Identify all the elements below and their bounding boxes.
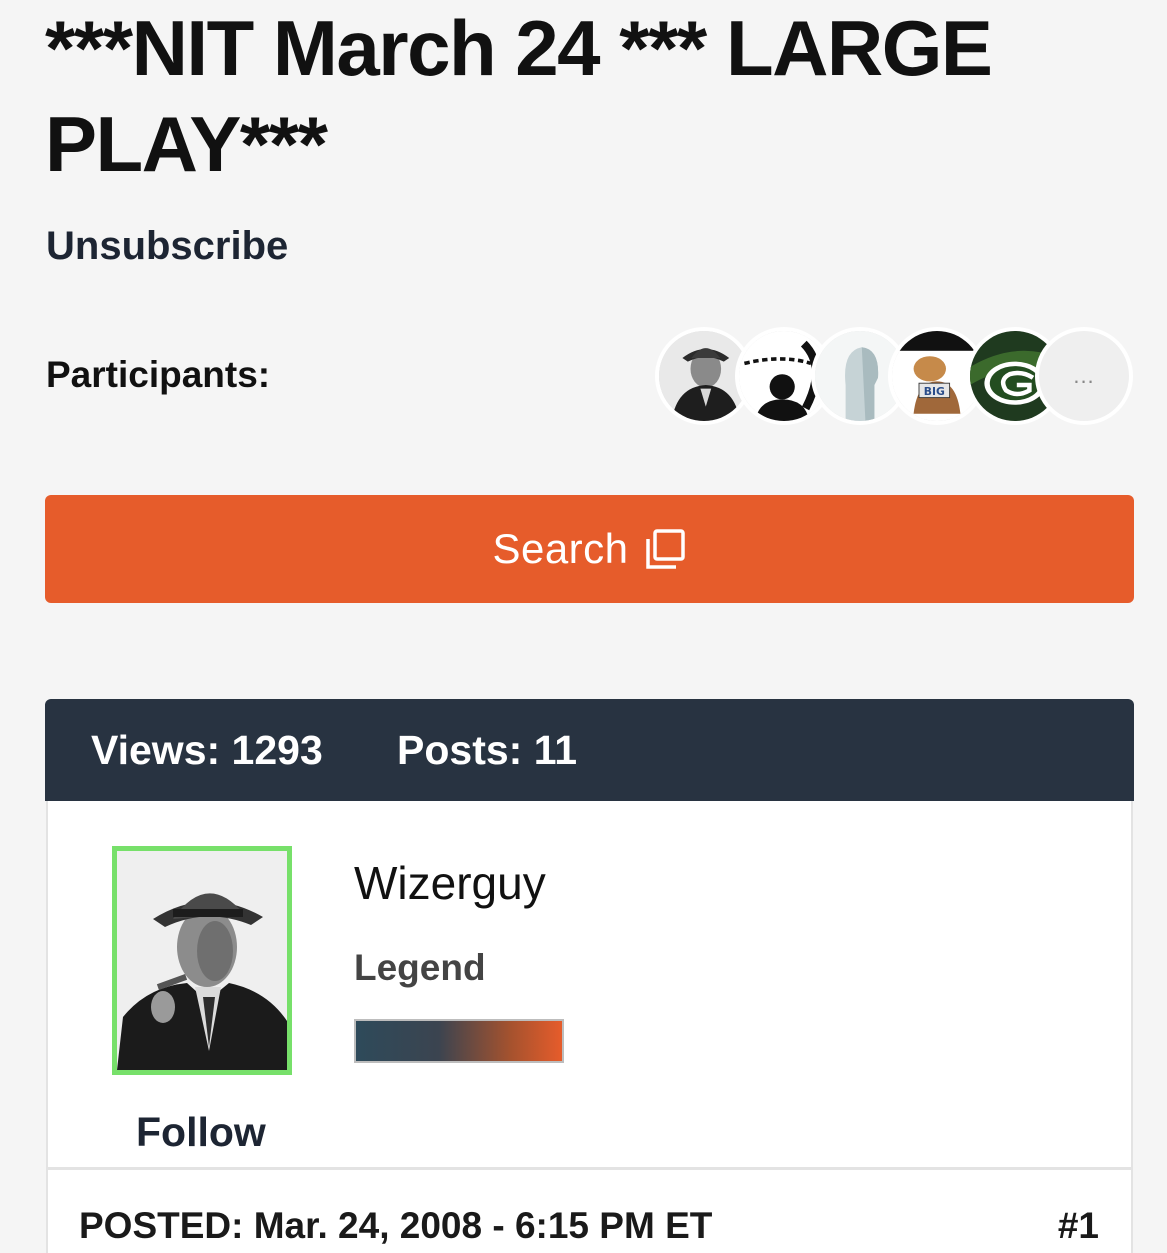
author-username[interactable]: Wizerguy bbox=[354, 856, 546, 910]
author-avatar[interactable] bbox=[112, 846, 292, 1075]
author-rank: Legend bbox=[354, 947, 486, 988]
views-count: Views: 1293 bbox=[91, 727, 323, 773]
more-participants-label: ... bbox=[1073, 363, 1095, 388]
post-divider bbox=[48, 1167, 1131, 1170]
thread-title: ***NIT March 24 *** LARGE PLAY*** bbox=[45, 4, 993, 188]
post-timestamp: POSTED: Mar. 24, 2008 - 6:15 PM ET bbox=[79, 1205, 713, 1246]
search-button[interactable]: Search bbox=[45, 495, 1134, 603]
participants-avatars: BIG ... bbox=[655, 327, 1135, 431]
copy-icon bbox=[645, 529, 685, 569]
rank-progress-bar bbox=[354, 1019, 564, 1063]
post-number-link[interactable]: #1 bbox=[1058, 1205, 1099, 1247]
search-button-label: Search bbox=[492, 525, 629, 572]
posts-count: Posts: 11 bbox=[397, 727, 578, 773]
post-card: Wizerguy Legend Follow POSTED: Mar. 24, … bbox=[46, 801, 1133, 1253]
thread-page: ***NIT March 24 *** LARGE PLAY*** Unsubs… bbox=[0, 0, 1167, 1253]
follow-button[interactable]: Follow bbox=[136, 1109, 266, 1156]
man-in-fedora-icon bbox=[117, 851, 287, 1070]
participants-label: Participants: bbox=[46, 354, 271, 395]
more-participants-button[interactable]: ... bbox=[1035, 327, 1133, 425]
thread-stats-bar: Views: 1293 Posts: 11 bbox=[45, 699, 1134, 801]
unsubscribe-link[interactable]: Unsubscribe bbox=[46, 224, 288, 269]
svg-text:BIG: BIG bbox=[924, 385, 945, 398]
